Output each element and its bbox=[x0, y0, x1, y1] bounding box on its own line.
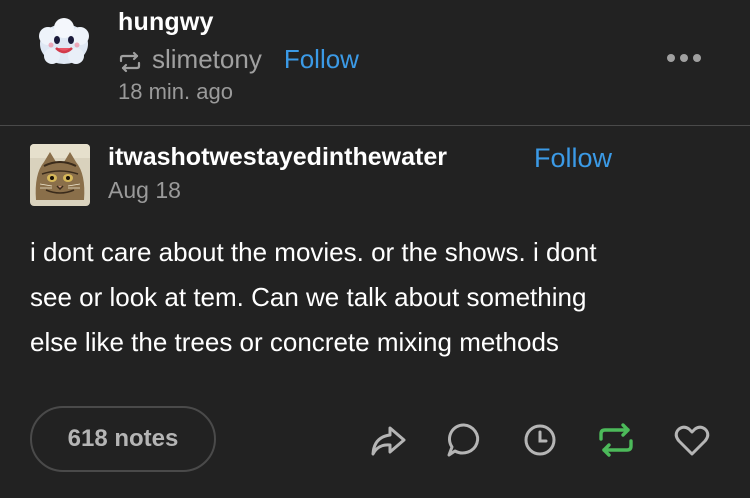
timestamp[interactable]: 18 min. ago bbox=[118, 79, 233, 105]
reblog-small-icon bbox=[118, 49, 142, 72]
post-body: i dont care about the movies. or the sho… bbox=[30, 230, 730, 365]
more-icon[interactable] bbox=[667, 48, 707, 68]
reblog-header: hungwy slimetony Follow 18 min. ago bbox=[0, 0, 750, 125]
post-header: itwashotwestayedinthewater Follow Aug 18 bbox=[0, 126, 750, 216]
follow-source-button[interactable]: Follow bbox=[284, 44, 359, 75]
post-date[interactable]: Aug 18 bbox=[108, 177, 181, 204]
post-text-line: else like the trees or concrete mixing m… bbox=[30, 327, 559, 357]
reblog-icon[interactable] bbox=[594, 418, 638, 462]
post-text-line: i dont care about the movies. or the sho… bbox=[30, 237, 597, 267]
post-avatar[interactable] bbox=[30, 144, 90, 206]
reblogger-username[interactable]: hungwy bbox=[118, 8, 214, 37]
post-username[interactable]: itwashotwestayedinthewater bbox=[108, 143, 447, 172]
like-icon[interactable] bbox=[670, 418, 714, 462]
post-text-line: see or look at tem. Can we talk about so… bbox=[30, 282, 587, 312]
avatar[interactable] bbox=[36, 14, 92, 70]
follow-button[interactable]: Follow bbox=[534, 143, 612, 174]
schedule-icon[interactable] bbox=[518, 418, 562, 462]
share-icon[interactable] bbox=[366, 418, 410, 462]
reblog-source: slimetony Follow bbox=[118, 44, 359, 75]
post-actions bbox=[0, 418, 750, 462]
reblog-source-username[interactable]: slimetony bbox=[152, 44, 262, 75]
reply-icon[interactable] bbox=[442, 418, 486, 462]
